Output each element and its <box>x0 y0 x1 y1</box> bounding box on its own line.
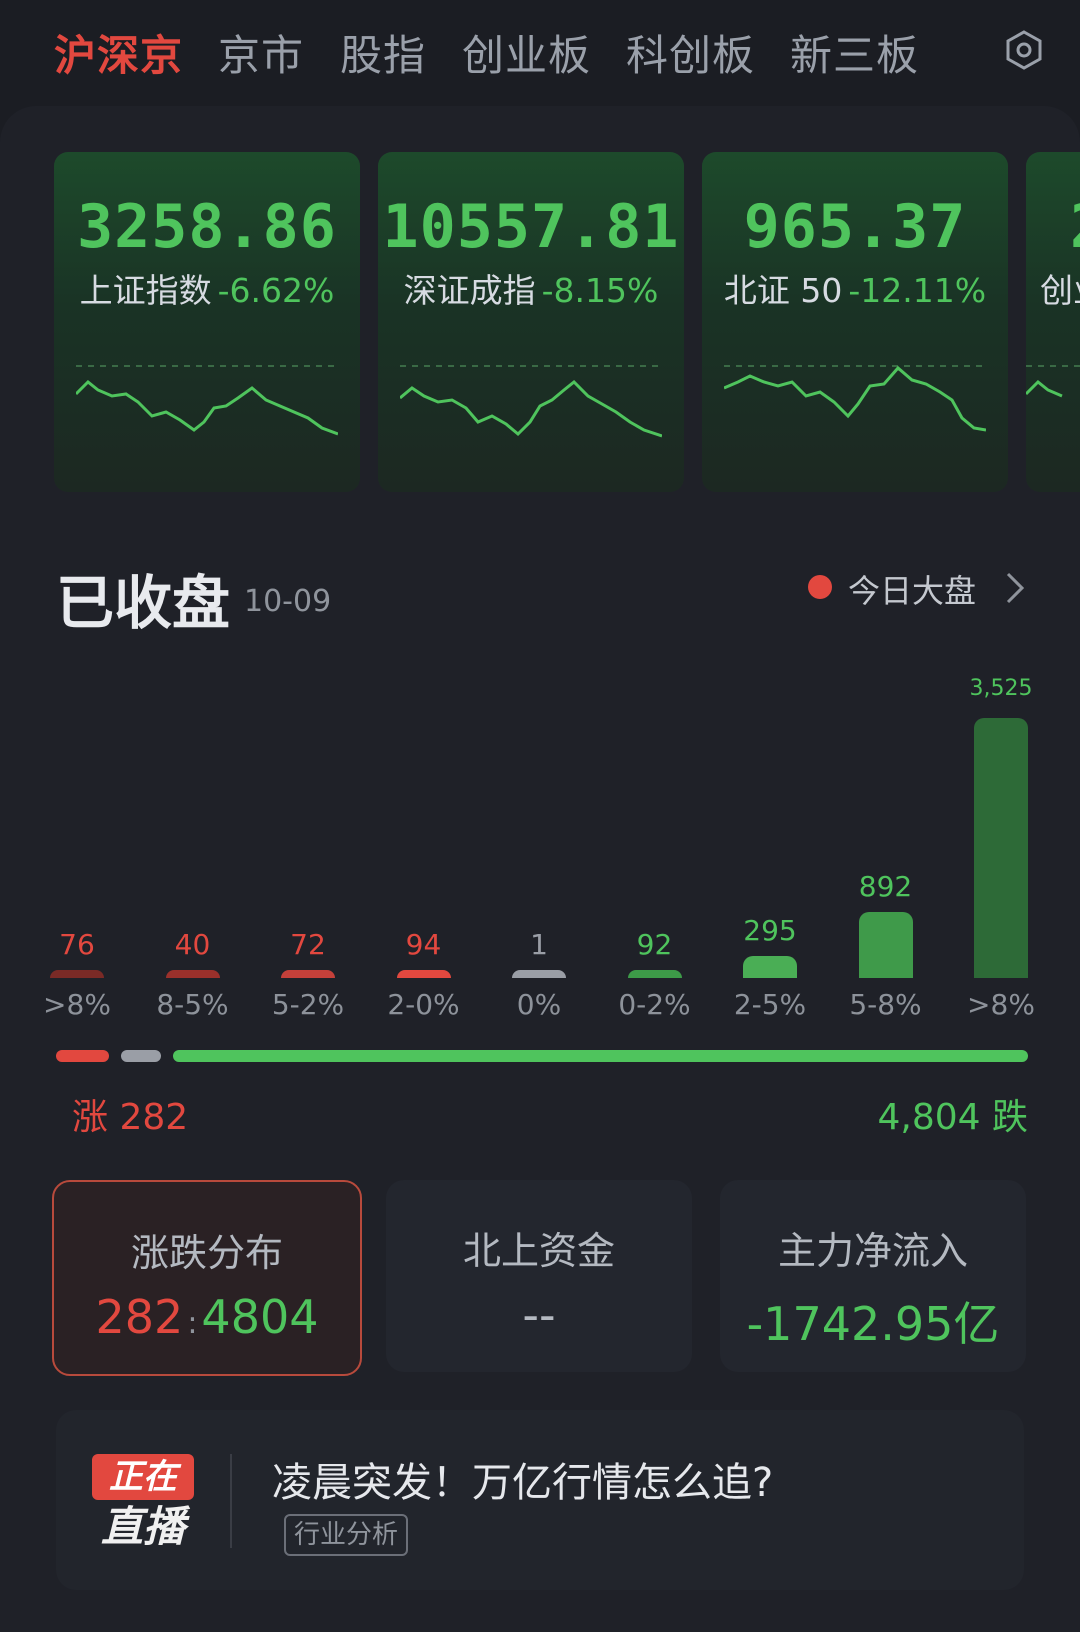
distribution-bar <box>974 718 1028 978</box>
status-title: 已收盘 <box>56 569 231 637</box>
distribution-range-label: 0-2% <box>618 988 691 1021</box>
index-name-row: 创业 <box>1040 264 1080 312</box>
distribution-bar <box>165 970 220 978</box>
index-name: 上证指数 <box>79 271 212 310</box>
distribution-range-label: >8% <box>967 988 1035 1021</box>
distribution-bar <box>858 912 913 978</box>
sparkline <box>400 365 662 438</box>
index-card-sz[interactable]: 10557.81 深证成指 -8.15% <box>378 152 684 492</box>
index-name-row: 深证成指 -8.15% <box>378 264 684 312</box>
distribution-range-label: 5-2% <box>271 988 345 1021</box>
distribution-range-label: 0% <box>516 988 562 1021</box>
distribution-count: 40 <box>174 928 211 961</box>
distribution-count: 76 <box>59 928 95 961</box>
distribution-range-label: 5-8% <box>849 988 922 1021</box>
distribution-bar <box>743 956 797 978</box>
index-change: -6.62% <box>217 271 335 310</box>
index-name-row: 上证指数 -6.62% <box>54 264 360 312</box>
stat-card-distribution[interactable]: 涨跌分布 282:4804 <box>52 1180 362 1376</box>
index-name: 深证成指 <box>403 271 536 310</box>
settings-hex-icon[interactable] <box>1004 30 1044 70</box>
down-value: 4804 <box>201 1290 319 1344</box>
stat-title: 涨跌分布 <box>130 1231 283 1275</box>
index-name-row: 北证 50 -12.11% <box>702 264 1008 312</box>
index-change: -8.15% <box>541 271 659 310</box>
distribution-bar <box>396 970 451 978</box>
index-value: 10557.81 <box>382 192 680 262</box>
tab-kechuangban[interactable]: 科创板 <box>626 22 755 83</box>
index-card-bz50[interactable]: 965.37 北证 50 -12.11% <box>702 152 1008 492</box>
up-count: 涨 282 <box>72 1097 189 1138</box>
status-date: 10-09 <box>244 584 332 619</box>
distribution-count: 72 <box>290 928 326 961</box>
live-dot-icon <box>808 575 832 599</box>
index-card-cyb[interactable]: 2 创业 <box>1026 152 1080 492</box>
tab-xinsanban[interactable]: 新三板 <box>790 22 919 83</box>
distribution-count: 3,525 <box>969 676 1033 701</box>
index-card-sh[interactable]: 3258.86 上证指数 -6.62% <box>54 152 360 492</box>
distribution-range-label: 2-0% <box>387 988 460 1021</box>
ratio-bar-flat <box>120 1050 161 1062</box>
distribution-range-label: 2-5% <box>733 988 807 1021</box>
live-tag: 行业分析 <box>284 1514 409 1556</box>
distribution-count: 295 <box>743 914 797 947</box>
index-change: -12.11% <box>848 271 987 310</box>
distribution-range-label: 8-5% <box>156 988 229 1021</box>
stat-value: -1742.95亿 <box>746 1297 1000 1351</box>
distribution-range-label: >8% <box>43 988 111 1021</box>
stat-card-northbound[interactable]: 北上资金 -- <box>386 1180 692 1372</box>
sparkline <box>76 365 338 436</box>
divider <box>230 1454 232 1548</box>
distribution-bar <box>281 970 335 978</box>
chevron-right-icon <box>1006 572 1024 604</box>
distribution-count: 92 <box>636 928 673 961</box>
market-tabs: 沪深京 京市 股指 创业板 科创板 新三板 <box>0 0 1080 104</box>
ratio-sep: : <box>187 1306 198 1341</box>
stat-value: 282:4804 <box>54 1290 360 1344</box>
distribution-bar <box>627 970 682 978</box>
stat-value: -- <box>522 1288 556 1342</box>
live-badge-top: 正在 <box>92 1454 194 1500</box>
index-value: 965.37 <box>743 192 967 262</box>
live-headline: 凌晨突发！万亿行情怎么追? <box>272 1460 774 1506</box>
market-status: 已收盘 10-09 <box>56 556 331 640</box>
live-banner[interactable]: 正在 直播 凌晨突发！万亿行情怎么追? 行业分析 <box>56 1410 1024 1590</box>
index-value: 3258.86 <box>77 192 337 262</box>
distribution-count: 94 <box>405 928 442 961</box>
distribution-bar <box>50 970 104 978</box>
sparkline <box>724 365 986 432</box>
today-market-label: 今日大盘 <box>848 572 977 610</box>
index-name: 北证 50 <box>723 271 843 310</box>
tab-chuangyeban[interactable]: 创业板 <box>462 22 591 83</box>
tab-guzhi[interactable]: 股指 <box>340 22 426 83</box>
tab-hushenjing[interactable]: 沪深京 <box>54 22 183 83</box>
index-name: 创业 <box>1040 271 1080 310</box>
sparkline <box>1026 365 1080 398</box>
distribution-bar <box>512 970 566 978</box>
distribution-count: 892 <box>858 870 913 903</box>
stat-title: 北上资金 <box>462 1229 615 1273</box>
ratio-bar-down <box>172 1050 1028 1062</box>
ratio-bar-up <box>56 1050 109 1062</box>
stat-title: 主力净流入 <box>777 1229 968 1273</box>
stat-card-mainflow[interactable]: 主力净流入 -1742.95亿 <box>720 1180 1026 1372</box>
down-count: 4,804 跌 <box>877 1097 1028 1138</box>
tab-jingshi[interactable]: 京市 <box>218 22 304 83</box>
distribution-chart: 76 >8% 40 8-5% 72 5-2% 94 2-0% 1 0% 92 0-2% 295 2-5% 8… <box>0 676 1080 1040</box>
index-value: 2 <box>1070 192 1080 262</box>
today-market-link[interactable]: 今日大盘 <box>808 566 1038 610</box>
distribution-count: 1 <box>530 928 548 961</box>
up-value: 282 <box>95 1290 184 1344</box>
index-cards: 3258.86 上证指数 -6.62% 10557.81 深证成指 -8.15% 9… <box>0 152 1080 496</box>
live-badge-bottom: 直播 <box>100 1502 185 1551</box>
